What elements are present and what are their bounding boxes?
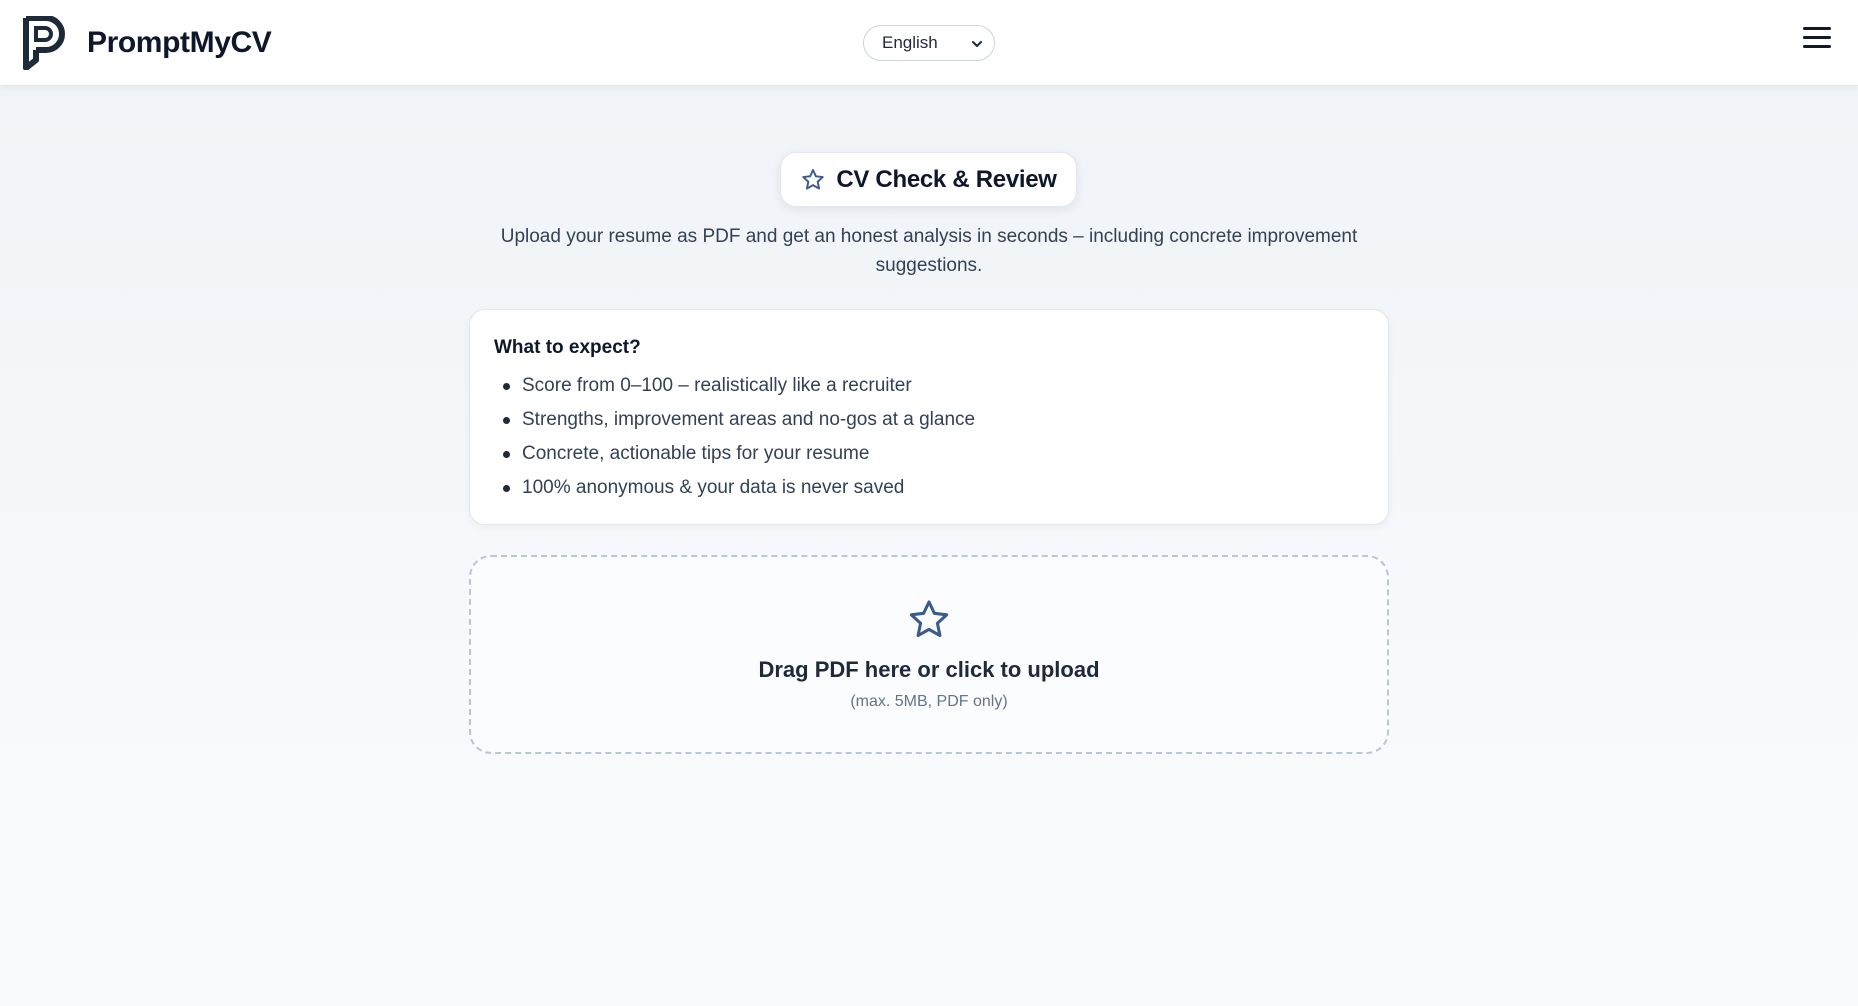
- promptmycv-logo-icon: [23, 16, 65, 70]
- menu-bar: [1803, 27, 1831, 30]
- language-select[interactable]: English: [863, 25, 995, 61]
- list-item: Score from 0–100 – realistically like a …: [494, 369, 1364, 403]
- chevron-down-icon: [972, 41, 982, 47]
- language-select-value: English: [882, 33, 938, 52]
- upload-hint: (max. 5MB, PDF only): [850, 693, 1008, 710]
- brand-home-link[interactable]: PromptMyCV: [22, 16, 272, 70]
- page-title-badge: CV Check & Review: [780, 152, 1077, 207]
- menu-bar: [1803, 36, 1831, 39]
- page-title: CV Check & Review: [836, 165, 1057, 193]
- list-item: 100% anonymous & your data is never save…: [494, 471, 1364, 505]
- upload-label: Drag PDF here or click to upload: [758, 657, 1100, 682]
- list-item: Concrete, actionable tips for your resum…: [494, 437, 1364, 471]
- pdf-upload-dropzone[interactable]: Drag PDF here or click to upload (max. 5…: [469, 555, 1389, 754]
- expectations-list: Score from 0–100 – realistically like a …: [494, 369, 1364, 505]
- star-outline-icon: [909, 600, 949, 638]
- list-item: Strengths, improvement areas and no-gos …: [494, 403, 1364, 437]
- menu-bar: [1803, 45, 1831, 48]
- hamburger-menu-icon[interactable]: [1803, 27, 1831, 55]
- expectations-card: What to expect? Score from 0–100 – reali…: [469, 309, 1389, 525]
- top-navbar: PromptMyCV English: [0, 0, 1858, 86]
- star-outline-icon: [802, 168, 825, 190]
- page-subtitle: Upload your resume as PDF and get an hon…: [500, 226, 1358, 276]
- brand-name: PromptMyCV: [87, 26, 272, 59]
- expectations-heading: What to expect?: [494, 337, 641, 358]
